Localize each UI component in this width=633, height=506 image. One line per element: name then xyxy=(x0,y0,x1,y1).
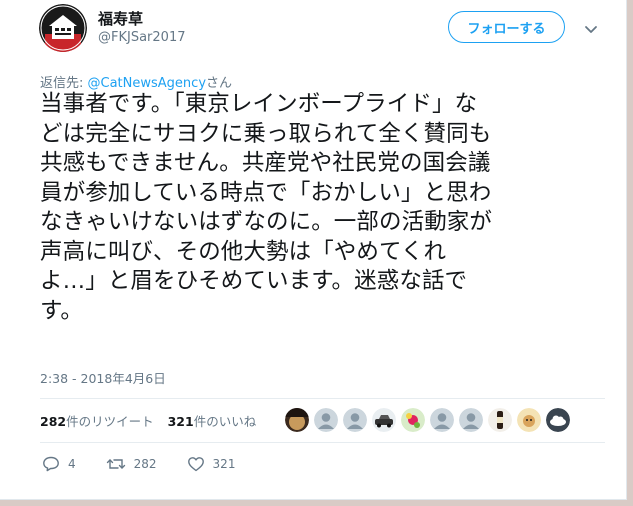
default-avatar-icon[interactable] xyxy=(314,408,338,432)
heart-icon xyxy=(187,456,205,472)
tweet-stats: 282件のリツイート 321件のいいね xyxy=(40,411,256,430)
likes-count: 321 xyxy=(167,414,194,429)
default-avatar-icon[interactable] xyxy=(459,408,483,432)
likes-label: 件のいいね xyxy=(193,414,257,429)
tweet-timestamp[interactable]: 2:38 - 2018年4月6日 xyxy=(40,368,166,387)
reply-button[interactable]: 4 xyxy=(42,456,76,472)
reply-suffix: さん xyxy=(206,76,233,91)
reply-context: 返信先: @CatNewsAgencyさん xyxy=(40,72,232,91)
cartoon-avatar-icon[interactable] xyxy=(517,408,541,432)
retweet-button[interactable]: 282 xyxy=(106,456,157,472)
reply-prefix: 返信先: xyxy=(40,76,88,91)
follow-button[interactable]: フォローする xyxy=(448,11,565,43)
tweet-actions: 4 282 321 xyxy=(42,456,265,472)
chevron-down-icon[interactable] xyxy=(584,20,598,33)
default-avatar-icon[interactable] xyxy=(430,408,454,432)
flower-avatar-icon[interactable] xyxy=(401,408,425,432)
author-screen-name[interactable]: @FKJSar2017 xyxy=(98,30,185,45)
like-count: 321 xyxy=(212,457,236,471)
cloud-avatar-icon[interactable] xyxy=(546,408,570,432)
default-avatar-icon[interactable] xyxy=(343,408,367,432)
like-button[interactable]: 321 xyxy=(187,456,236,472)
house-crest-avatar-icon[interactable] xyxy=(39,4,87,52)
author-display-name[interactable]: 福寿草 xyxy=(98,8,143,29)
retweet-count: 282 xyxy=(133,457,157,471)
likes-stat[interactable]: 321件のいいね xyxy=(168,411,257,430)
divider xyxy=(40,442,605,443)
bottle-avatar-icon[interactable] xyxy=(488,408,512,432)
liker-avatars xyxy=(285,408,570,432)
retweet-icon xyxy=(106,456,126,472)
retweets-count: 282 xyxy=(40,414,67,429)
reply-handle-link[interactable]: @CatNewsAgency xyxy=(88,76,207,91)
retweets-label: 件のリツイート xyxy=(66,414,154,429)
reply-icon xyxy=(42,456,60,472)
tweet-text: 当事者です。「東京レインボープライド」な どは完全にサヨクに乗っ取られて全く賛同… xyxy=(40,91,493,324)
reply-count: 4 xyxy=(68,457,76,471)
car-avatar-icon[interactable] xyxy=(372,408,396,432)
retweets-stat[interactable]: 282件のリツイート xyxy=(40,411,154,430)
photo-avatar-icon[interactable] xyxy=(285,408,309,432)
tweet-card: 福寿草 @FKJSar2017 フォローする 返信先: @CatNewsAgen… xyxy=(0,0,627,500)
divider xyxy=(40,398,605,399)
